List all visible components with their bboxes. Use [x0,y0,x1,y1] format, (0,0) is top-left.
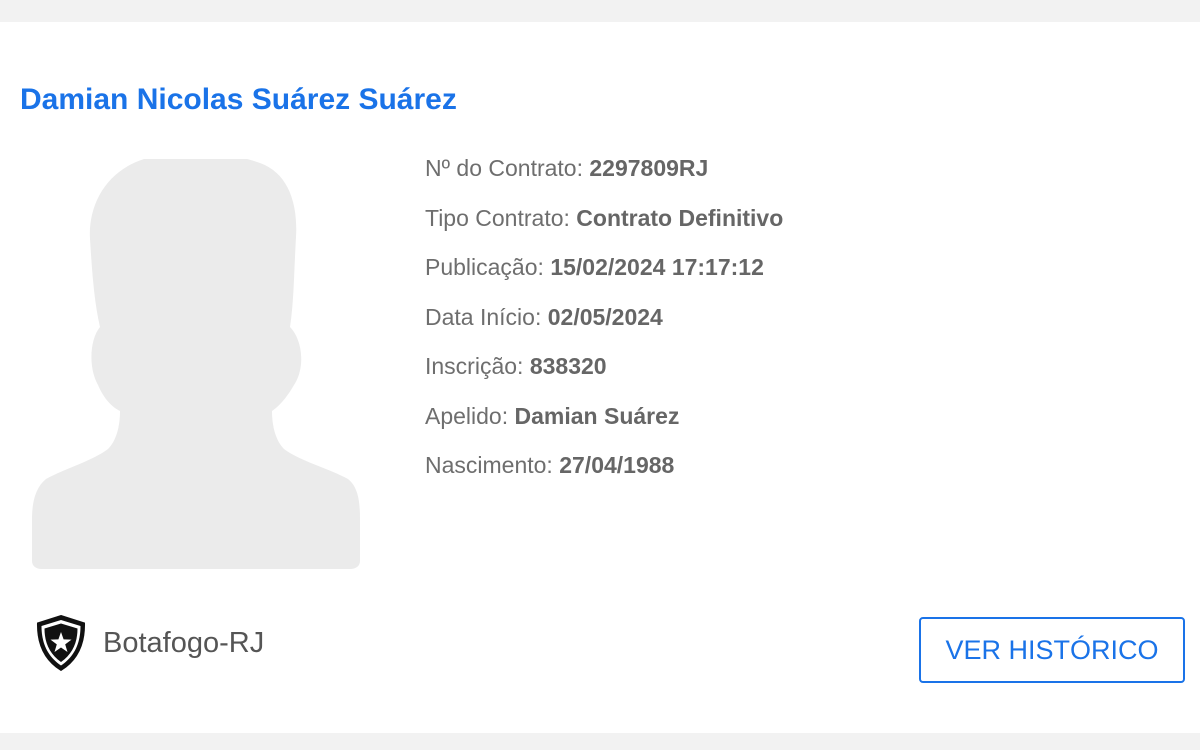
player-name: Damian Nicolas Suárez Suárez [20,83,457,116]
player-card: Damian Nicolas Suárez Suárez Nº do Contr… [0,22,1200,733]
detail-nickname: Apelido: Damian Suárez [425,402,680,429]
team-name: Botafogo-RJ [103,626,265,659]
detail-start-date: Data Início: 02/05/2024 [425,303,663,330]
detail-contract-type: Tipo Contrato: Contrato Definitivo [425,204,784,231]
contract-details: Nº do Contrato: 2297809RJ Tipo Contrato:… [425,144,783,491]
view-history-button[interactable]: VER HISTÓRICO [919,617,1185,683]
botafogo-crest-icon [36,614,86,672]
detail-contract-number: Nº do Contrato: 2297809RJ [425,155,709,181]
detail-registration: Inscrição: 838320 [425,353,607,379]
avatar-placeholder-icon [32,159,360,569]
detail-publication: Publicação: 15/02/2024 17:17:12 [425,254,764,280]
detail-birth: Nascimento: 27/04/1988 [425,452,675,478]
team-info: Botafogo-RJ [35,614,264,672]
